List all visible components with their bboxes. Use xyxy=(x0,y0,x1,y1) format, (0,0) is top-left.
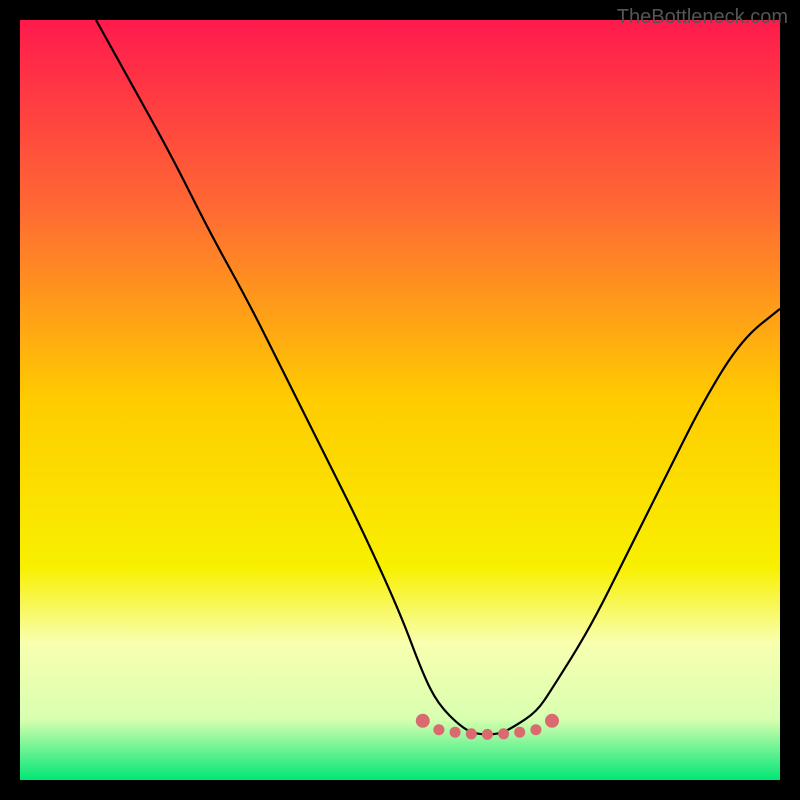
marker-dot xyxy=(433,724,444,735)
chart-background xyxy=(20,20,780,780)
marker-dot xyxy=(416,714,430,728)
marker-dot xyxy=(514,727,525,738)
chart-svg xyxy=(20,20,780,780)
marker-dot xyxy=(466,728,477,739)
marker-dot xyxy=(545,714,559,728)
marker-dot xyxy=(450,727,461,738)
marker-dot xyxy=(482,729,493,740)
chart-frame xyxy=(20,20,780,780)
watermark-text: TheBottleneck.com xyxy=(617,6,788,29)
marker-dot xyxy=(530,724,541,735)
marker-dot xyxy=(498,728,509,739)
